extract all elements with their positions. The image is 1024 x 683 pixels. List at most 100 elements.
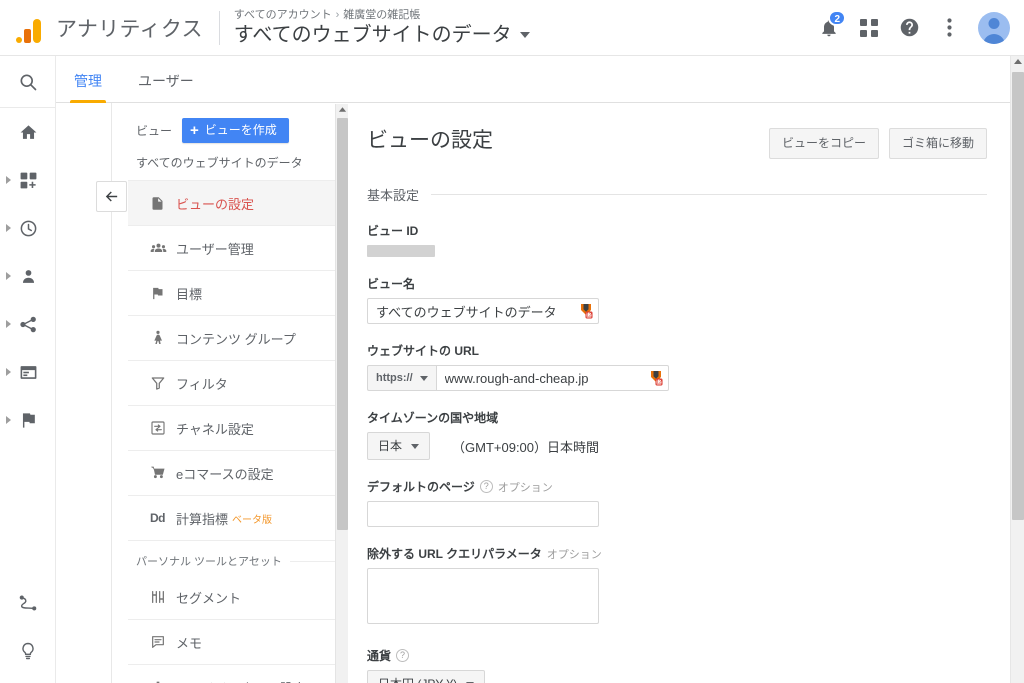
field-timezone: タイムゾーンの国や地域 日本 （GMT+09:00）日本時間 <box>367 409 1011 460</box>
chevron-down-icon <box>420 376 428 381</box>
nav-item-label: メモ <box>176 633 202 652</box>
nav-header-label: ビュー <box>136 122 172 139</box>
page-scrollbar[interactable] <box>1010 56 1024 683</box>
beta-badge: ベータ版 <box>232 511 272 526</box>
field-label: ビュー名 <box>367 275 1011 292</box>
protocol-select[interactable]: https:// <box>367 365 436 391</box>
view-selector[interactable]: すべてのウェブサイトのデータ <box>234 22 530 48</box>
avatar[interactable] <box>978 12 1010 44</box>
move-to-trash-button[interactable]: ゴミ箱に移動 <box>889 128 987 159</box>
nav-item-ecommerce-settings[interactable]: eコマースの設定 <box>128 451 348 496</box>
section-rule <box>431 194 987 195</box>
exclude-query-params-textarea[interactable] <box>367 568 599 624</box>
nav-item-label: コンテンツ グループ <box>176 329 296 348</box>
expand-arrow-icon <box>6 320 11 328</box>
collapse-panel-button[interactable] <box>96 181 127 212</box>
nav-item-goals[interactable]: 目標 <box>128 271 348 316</box>
create-view-button[interactable]: + ビューを作成 <box>182 118 289 143</box>
tab-admin[interactable]: 管理 <box>56 73 120 102</box>
sidebar-item-realtime[interactable] <box>0 204 56 252</box>
field-view-name: ビュー名 12 <box>367 275 1011 324</box>
scroll-up-arrow-icon <box>1013 58 1023 66</box>
nav-item-multichannel-settings[interactable]: マルチチャネルの設定 <box>128 665 348 683</box>
view-settings-content: ビューの設定 ビューをコピー ゴミ箱に移動 基本設定 ビュー ID ビュー名 1… <box>349 104 1011 683</box>
nav-item-label: ビューの設定 <box>176 194 254 213</box>
analytics-admin-page: アナリティクス すべてのアカウント ›雑廣堂の雑記帳 すべてのウェブサイトのデータ… <box>0 0 1024 683</box>
scroll-up-arrow-icon <box>338 106 347 114</box>
timezone-note: （GMT+09:00）日本時間 <box>452 437 599 456</box>
view-settings-list: ビューの設定 ユーザー管理 目標 コンテンツ グループ <box>128 180 348 683</box>
nav-item-segments[interactable]: セグメント <box>128 575 348 620</box>
topbar-actions: 2 <box>812 11 1024 45</box>
sidebar-item-attribution[interactable] <box>0 579 56 627</box>
breadcrumb-account[interactable]: 雑廣堂の雑記帳 <box>343 9 420 21</box>
sidebar-item-customization[interactable] <box>0 156 56 204</box>
nav-item-calculated-metrics[interactable]: Dd 計算指標 ベータ版 <box>128 496 348 541</box>
tab-user[interactable]: ユーザー <box>120 73 212 102</box>
page-scrollbar-thumb[interactable] <box>1012 72 1024 520</box>
view-nav-panel: ビュー + ビューを作成 すべてのウェブサイトのデータ ビューの設定 ユーザー管… <box>128 104 348 683</box>
nav-item-label: セグメント <box>176 588 241 607</box>
nav-item-annotations[interactable]: メモ <box>128 620 348 665</box>
nav-item-label: ユーザー管理 <box>176 239 254 258</box>
sidebar-item-audience[interactable] <box>0 252 56 300</box>
nav-item-user-management[interactable]: ユーザー管理 <box>128 226 348 271</box>
copy-view-button[interactable]: ビューをコピー <box>769 128 879 159</box>
personal-tools-section-header: パーソナル ツールとアセット <box>128 541 348 575</box>
help-icon[interactable] <box>892 11 926 45</box>
nav-item-view-settings[interactable]: ビューの設定 <box>128 181 348 226</box>
currency-value: 日本円 (JPY ¥) <box>378 677 457 683</box>
people-icon <box>150 240 176 257</box>
nav-item-content-grouping[interactable]: コンテンツ グループ <box>128 316 348 361</box>
sidebar-item-acquisition[interactable] <box>0 300 56 348</box>
google-analytics-logo[interactable] <box>10 13 46 43</box>
notifications-button[interactable]: 2 <box>812 11 846 45</box>
currency-select[interactable]: 日本円 (JPY ¥) <box>367 670 485 683</box>
sidebar-item-conversions[interactable] <box>0 396 56 444</box>
notifications-badge: 2 <box>828 10 846 26</box>
chevron-down-icon <box>520 32 530 38</box>
help-icon[interactable]: ? <box>396 649 409 662</box>
expand-arrow-icon <box>6 368 11 376</box>
nav-scrollbar-thumb[interactable] <box>337 118 348 530</box>
field-website-url: ウェブサイトの URL https:// 12 <box>367 342 1011 391</box>
more-vertical-icon[interactable] <box>932 11 966 45</box>
current-view-name: すべてのウェブサイトのデータ <box>128 143 348 180</box>
breadcrumb-separator: › <box>336 9 340 21</box>
sidebar-item-home[interactable] <box>0 108 56 156</box>
default-page-input[interactable] <box>367 501 599 527</box>
timezone-country-select[interactable]: 日本 <box>367 432 430 460</box>
brand-name: アナリティクス <box>56 13 203 43</box>
sidebar-item-behavior[interactable] <box>0 348 56 396</box>
left-rail <box>0 56 56 683</box>
channel-settings-icon <box>150 420 176 436</box>
nav-scrollbar[interactable] <box>335 104 348 683</box>
apps-grid-icon[interactable] <box>852 11 886 45</box>
breadcrumb-root[interactable]: すべてのアカウント <box>234 9 332 21</box>
field-label: ウェブサイトの URL <box>367 342 1011 359</box>
title-block: すべてのアカウント ›雑廣堂の雑記帳 すべてのウェブサイトのデータ <box>234 8 530 48</box>
expand-arrow-icon <box>6 224 11 232</box>
nav-item-filters[interactable]: フィルタ <box>128 361 348 406</box>
view-name-input[interactable] <box>367 298 599 324</box>
help-icon[interactable]: ? <box>480 480 493 493</box>
search-icon[interactable] <box>0 56 56 108</box>
website-url-input[interactable] <box>436 365 669 391</box>
timezone-country-value: 日本 <box>378 439 402 453</box>
nav-header: ビュー + ビューを作成 <box>128 104 348 143</box>
nav-item-channel-settings[interactable]: チャネル設定 <box>128 406 348 451</box>
nav-item-label: マルチチャネルの設定 <box>176 678 306 683</box>
field-label: 除外する URL クエリパラメータ オプション <box>367 545 1011 562</box>
sidebar-item-discover[interactable] <box>0 627 56 675</box>
document-icon <box>150 196 176 211</box>
arrow-back-icon <box>103 188 120 205</box>
flag-icon <box>150 286 176 301</box>
view-id-value-redacted <box>367 245 435 257</box>
website-url-input-wrap: 12 <box>436 365 669 391</box>
field-exclude-query-params: 除外する URL クエリパラメータ オプション <box>367 545 1011 629</box>
admin-tabs: 管理 ユーザー <box>56 56 1024 103</box>
expand-arrow-icon <box>6 272 11 280</box>
content-group-icon <box>150 330 176 346</box>
field-currency: 通貨 ? 日本円 (JPY ¥) <box>367 647 1011 683</box>
optional-tag: オプション <box>547 546 602 562</box>
